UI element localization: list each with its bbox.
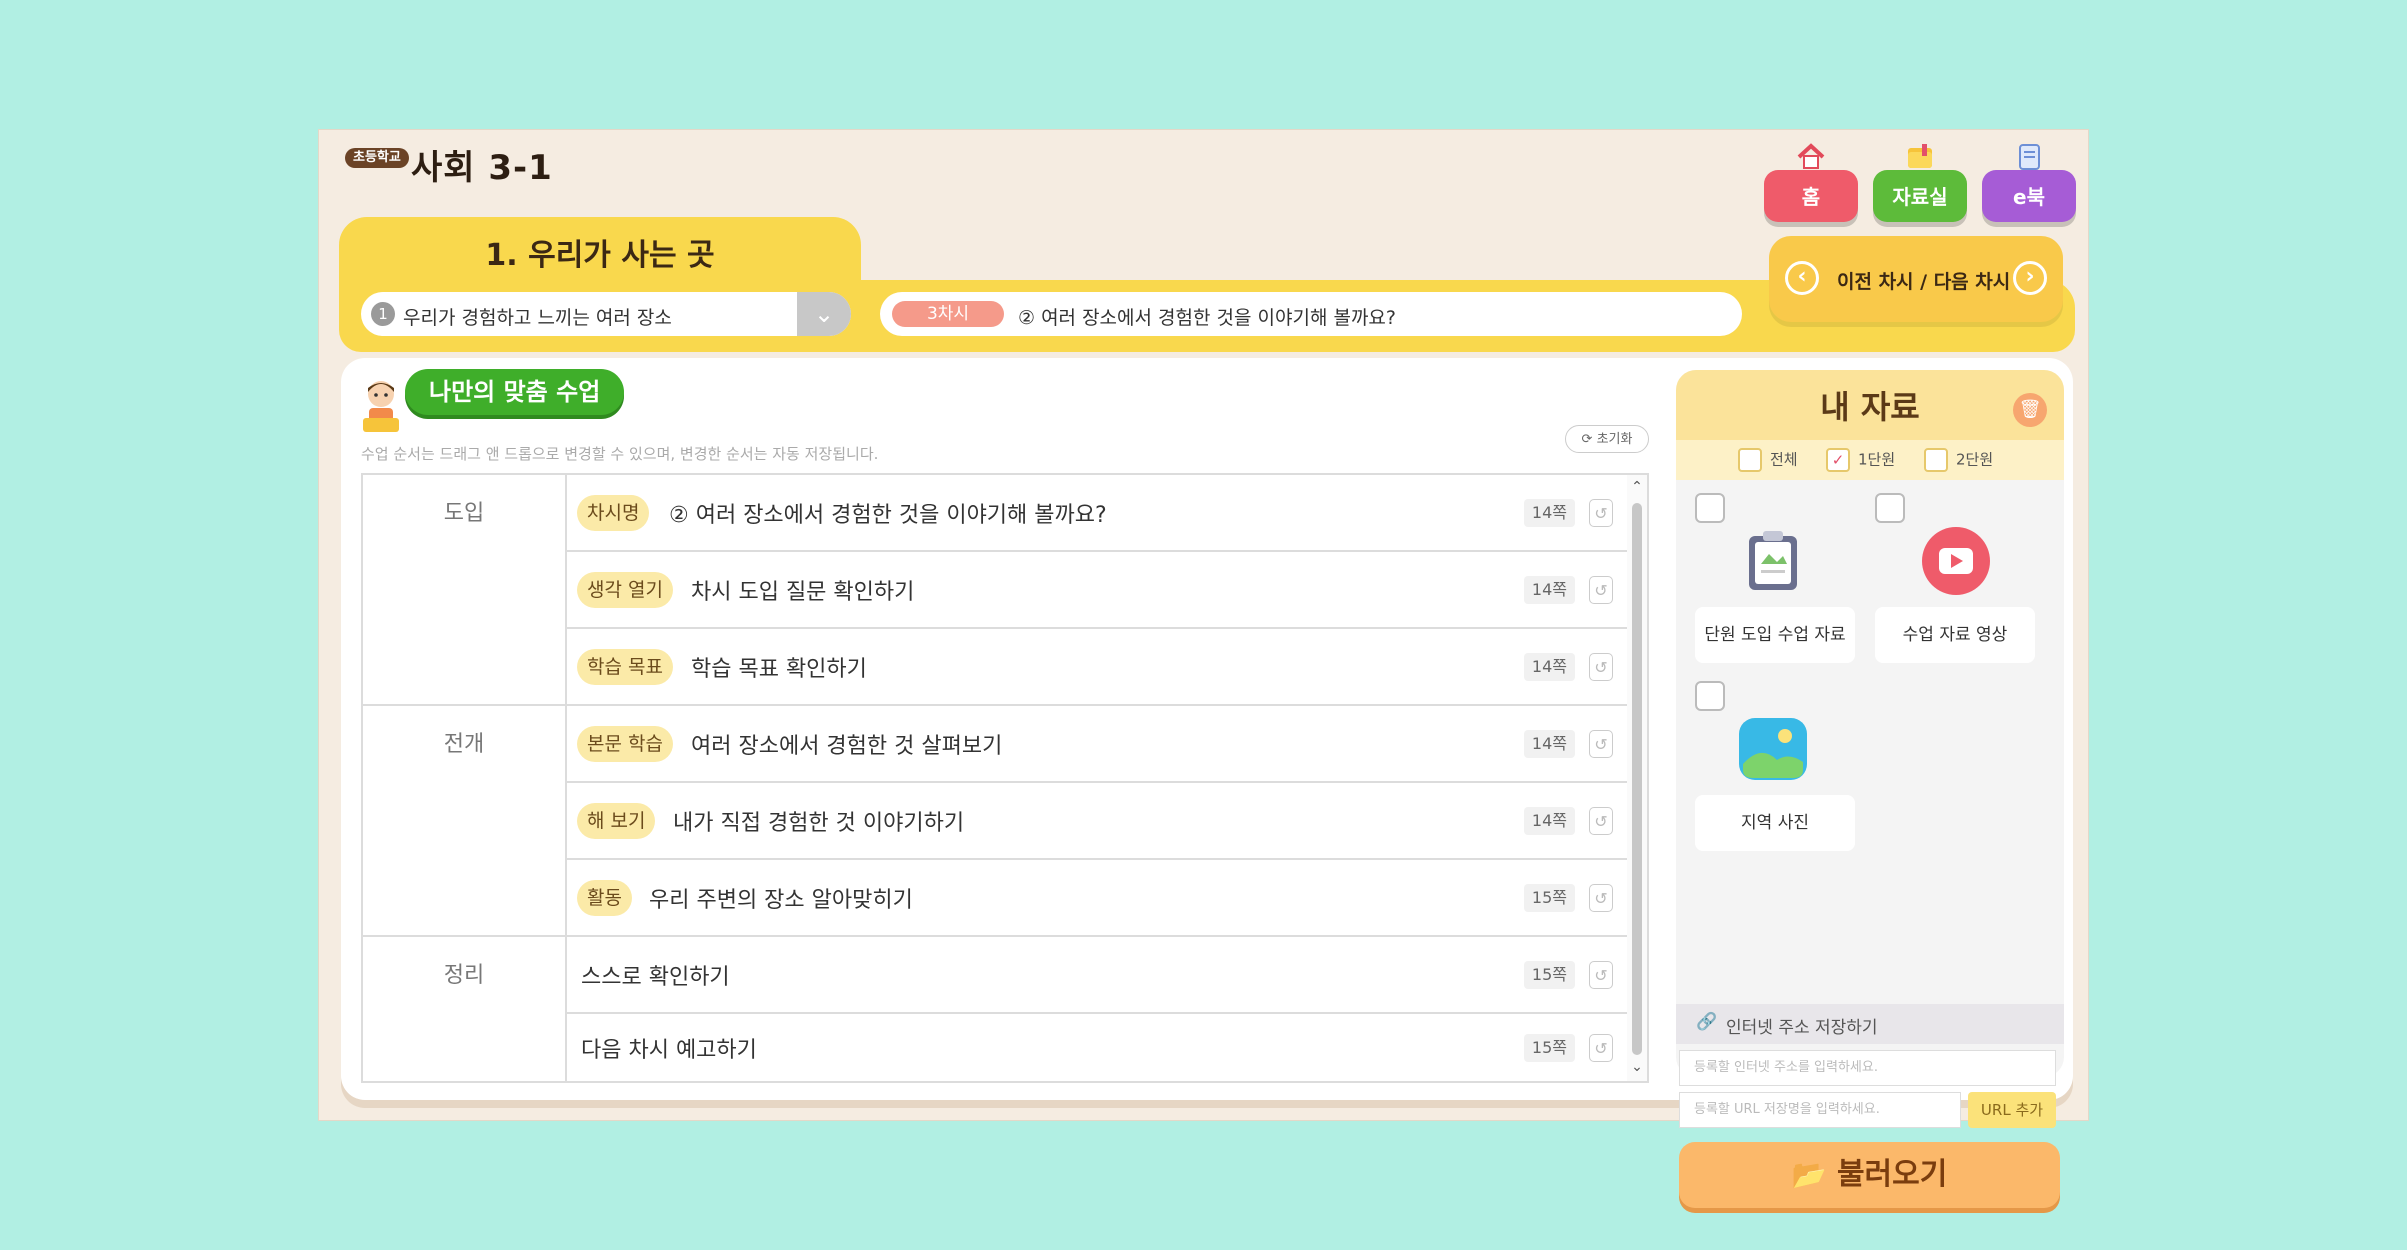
filter-all[interactable]: 전체 [1738,448,1798,472]
row-tag: 활동 [577,880,632,916]
subunit-select[interactable]: 1 우리가 경험하고 느끼는 여러 장소 ⌄ [361,292,851,336]
table-row[interactable]: 본문 학습 여러 장소에서 경험한 것 살펴보기 14쪽 ↺ [567,706,1627,783]
scroll-up-icon[interactable]: ⌃ [1627,479,1647,495]
material-checkbox[interactable] [1875,493,1905,523]
table-row[interactable]: 다음 차시 예고하기 15쪽 ↺ [567,1014,1627,1081]
row-text: 내가 직접 경험한 것 이야기하기 [673,811,965,836]
chevron-down-icon[interactable]: ⌄ [797,292,851,336]
refresh-icon: ⟳ [1581,432,1593,447]
page-badge: 14쪽 [1523,730,1575,758]
row-text: 다음 차시 예고하기 [581,1038,757,1063]
folder-load-icon: 📂 [1791,1158,1827,1191]
link-icon: 🔗 [1696,1012,1718,1032]
material-checkbox[interactable] [1695,493,1725,523]
material-checkbox[interactable] [1695,681,1725,711]
stage-wrapup: 정리 [363,937,567,1081]
row-text: 차시 도입 질문 확인하기 [691,580,915,605]
stage-development: 전개 [363,706,567,937]
table-row[interactable]: 생각 열기 차시 도입 질문 확인하기 14쪽 ↺ [567,552,1627,629]
page-badge: 14쪽 [1523,653,1575,681]
row-tag: 학습 목표 [577,649,673,685]
folder-icon [1908,144,1932,168]
subunit-number: 1 [371,302,395,326]
custom-lesson-title: 나만의 맞춤 수업 [405,369,625,415]
trash-icon[interactable]: 🗑 [2013,393,2047,427]
filter-unit1[interactable]: ✓ 1단원 [1826,448,1895,472]
page-badge: 14쪽 [1523,576,1575,604]
book-icon [2019,144,2040,170]
row-text: ② 여러 장소에서 경험한 것을 이야기해 볼까요? [669,503,1107,528]
undo-icon[interactable]: ↺ [1589,730,1613,758]
undo-icon[interactable]: ↺ [1589,884,1613,912]
row-tag: 생각 열기 [577,572,673,608]
table-row[interactable]: 학습 목표 학습 목표 확인하기 14쪽 ↺ [567,629,1627,706]
url-input[interactable]: 등록할 인터넷 주소를 입력하세요. [1679,1050,2056,1086]
undo-icon[interactable]: ↺ [1589,1034,1613,1062]
chevron-right-icon[interactable]: › [2013,261,2047,295]
row-text: 학습 목표 확인하기 [691,657,867,682]
lesson-navigation: ‹ 이전 차시 / 다음 차시 › [1769,236,2063,322]
home-button[interactable]: 홈 [1764,143,1858,222]
row-tag: 본문 학습 [577,726,673,762]
row-text: 우리 주변의 장소 알아맞히기 [649,888,913,913]
material-card-label[interactable]: 단원 도입 수업 자료 [1695,607,1855,663]
video-play-icon [1922,527,1990,595]
url-save-header: 🔗 인터넷 주소 저장하기 [1676,1004,2064,1044]
filter-unit2[interactable]: 2단원 [1924,448,1993,472]
teacher-character-icon [363,381,399,432]
page-badge: 14쪽 [1523,807,1575,835]
app-title: 사회 3-1 [411,148,553,188]
load-button[interactable]: 📂 불러오기 [1679,1142,2060,1208]
page-badge: 15쪽 [1523,1034,1575,1062]
ebook-button[interactable]: e북 [1982,144,2076,222]
row-text: 여러 장소에서 경험한 것 살펴보기 [691,734,1003,759]
table-scrollbar[interactable]: ⌃ ⌄ [1627,475,1647,1081]
drag-hint: 수업 순서는 드래그 앤 드롭으로 변경할 수 있으며, 변경한 순서는 자동 … [361,445,879,463]
app-window: 초등학교 사회 3-1 홈 자료실 e북 1. 우리가 사는 곳 1 우리가 경… [318,129,2089,1208]
url-name-input[interactable]: 등록할 URL 저장명을 입력하세요. [1679,1092,1961,1128]
material-card-label[interactable]: 지역 사진 [1695,795,1855,851]
undo-icon[interactable]: ↺ [1589,499,1613,527]
subunit-title: 우리가 경험하고 느끼는 여러 장소 [403,307,672,329]
page-badge: 14쪽 [1523,499,1575,527]
table-row[interactable]: 활동 우리 주변의 장소 알아맞히기 15쪽 ↺ [567,860,1627,937]
undo-icon[interactable]: ↺ [1589,807,1613,835]
lesson-nav-label: 이전 차시 / 다음 차시 [1837,271,2011,293]
checkbox-checked[interactable]: ✓ [1826,448,1850,472]
undo-icon[interactable]: ↺ [1589,576,1613,604]
reset-button[interactable]: ⟳ 초기화 [1565,425,1649,453]
my-materials-title: 내 자료 [1820,388,1920,426]
undo-icon[interactable]: ↺ [1589,961,1613,989]
library-button[interactable]: 자료실 [1873,144,1967,222]
table-row[interactable]: 해 보기 내가 직접 경험한 것 이야기하기 14쪽 ↺ [567,783,1627,860]
material-card-label[interactable]: 수업 자료 영상 [1875,607,2035,663]
page-badge: 15쪽 [1523,961,1575,989]
lesson-table: 도입 전개 정리 차시명 ② 여러 장소에서 경험한 것을 이야기해 볼까요? … [361,473,1649,1083]
checkbox[interactable] [1738,448,1762,472]
checkbox[interactable] [1924,448,1948,472]
row-tag: 차시명 [577,495,650,531]
stage-intro: 도입 [363,475,567,706]
scroll-thumb[interactable] [1632,503,1642,1055]
clipboard-icon [1749,531,1797,590]
lesson-badge: 3차시 [892,301,1004,327]
url-add-button[interactable]: URL 추가 [1968,1092,2056,1128]
scroll-down-icon[interactable]: ⌄ [1627,1059,1647,1075]
chevron-left-icon[interactable]: ‹ [1785,261,1819,295]
image-icon [1739,718,1807,780]
page-badge: 15쪽 [1523,884,1575,912]
school-badge: 초등학교 [345,148,409,168]
lesson-select[interactable]: 3차시 ② 여러 장소에서 경험한 것을 이야기해 볼까요? [880,292,1742,336]
undo-icon[interactable]: ↺ [1589,653,1613,681]
row-text: 스스로 확인하기 [581,965,730,990]
table-row[interactable]: 스스로 확인하기 15쪽 ↺ [567,937,1627,1014]
lesson-title: ② 여러 장소에서 경험한 것을 이야기해 볼까요? [1018,307,1396,329]
row-tag: 해 보기 [577,803,656,839]
house-icon [1797,143,1825,169]
unit-title: 1. 우리가 사는 곳 [485,238,715,273]
table-row[interactable]: 차시명 ② 여러 장소에서 경험한 것을 이야기해 볼까요? 14쪽 ↺ [567,475,1627,552]
unit-filters: 전체 ✓ 1단원 2단원 [1676,440,2064,480]
